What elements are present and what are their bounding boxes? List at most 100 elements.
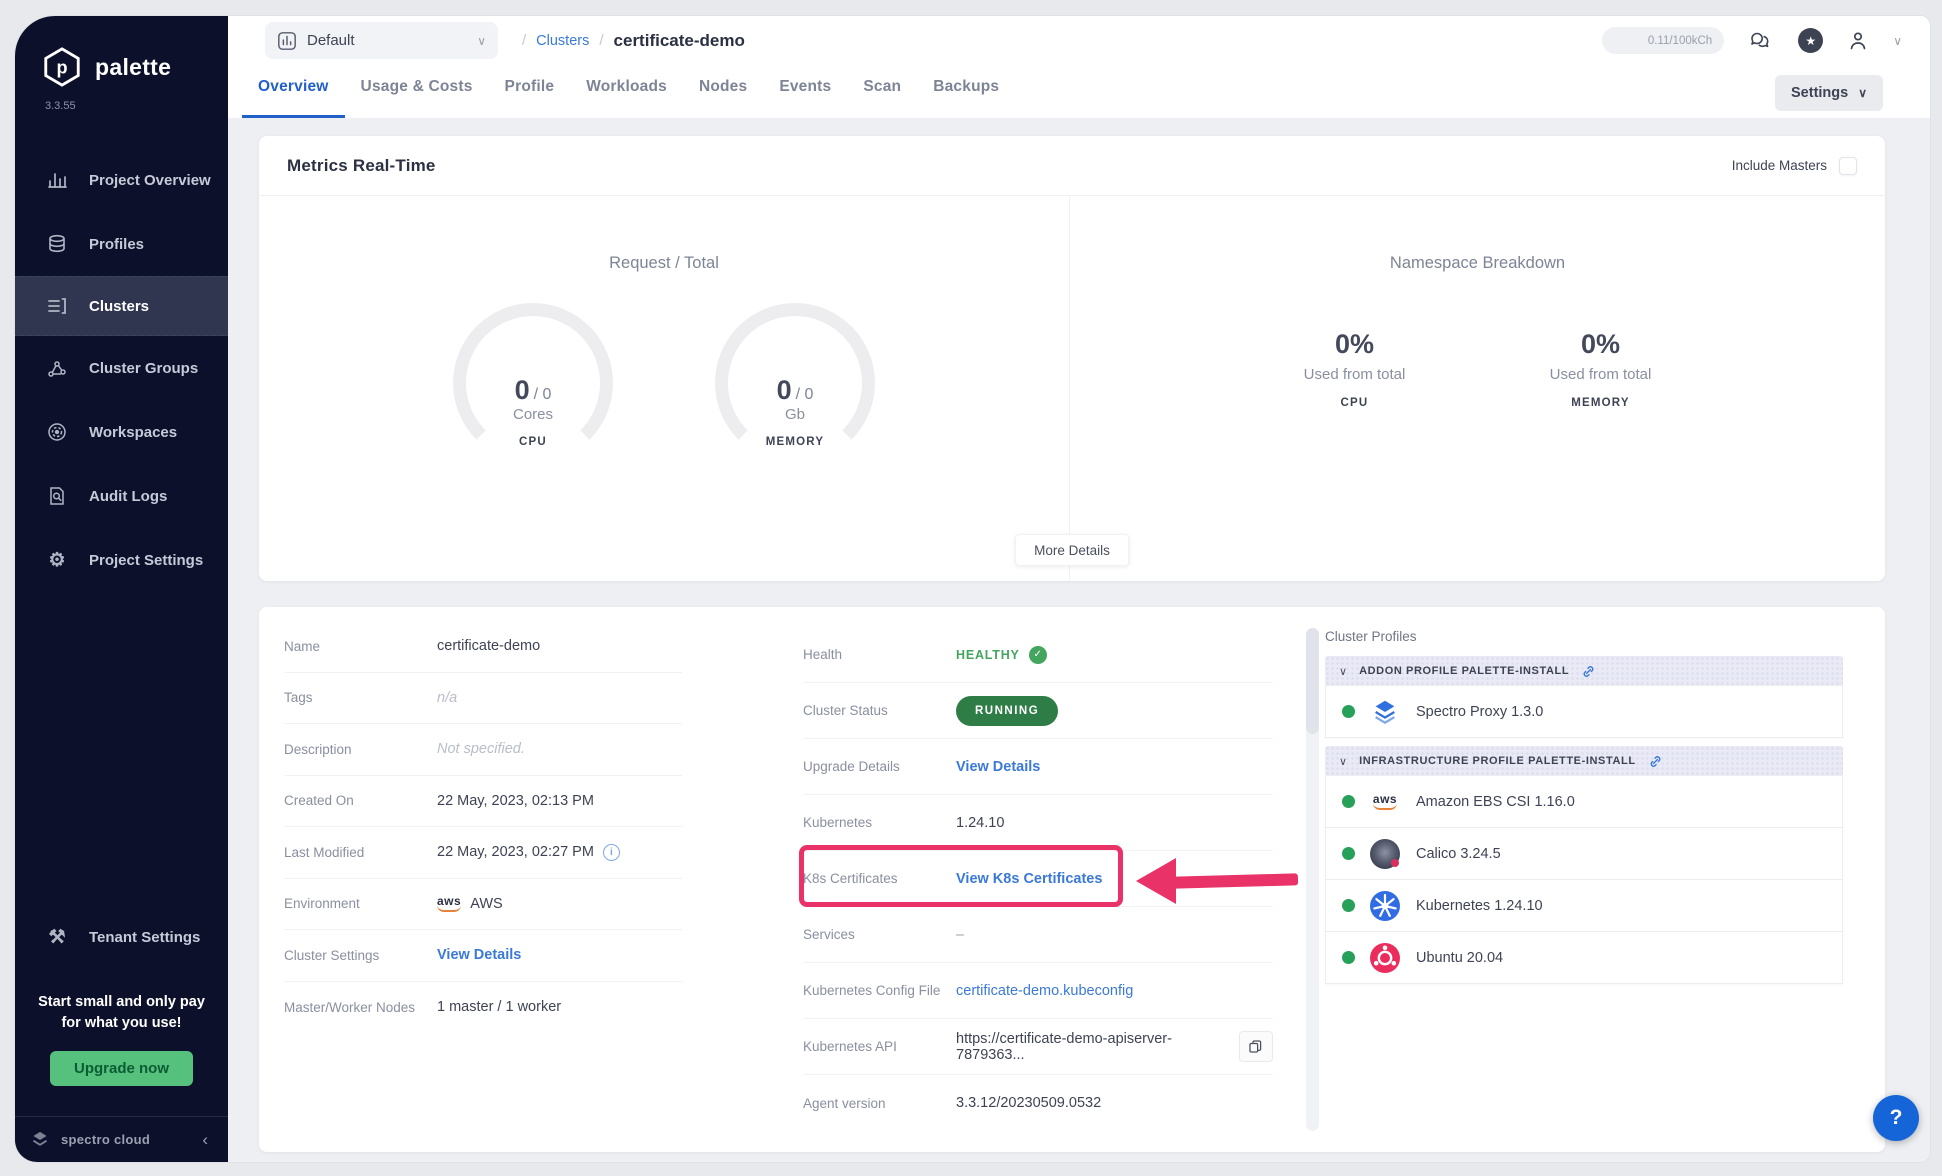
app-version: 3.3.55 [15, 88, 228, 112]
upgrade-view-details-link[interactable]: View Details [956, 759, 1040, 775]
sidebar-item-project-overview[interactable]: Project Overview [15, 148, 228, 212]
info-row-cluster-settings: Cluster Settings View Details [284, 930, 682, 982]
cluster-info-column: Name certificate-demo Tags n/a Descripti… [284, 621, 682, 1033]
request-total-section: Request / Total 0/ 0 Cores CPU [259, 196, 1070, 581]
cpu-gauge-total: 0 [543, 386, 552, 403]
profile-item-amazon-ebs[interactable]: aws Amazon EBS CSI 1.16.0 [1325, 775, 1843, 828]
profile-item-kubernetes[interactable]: Kubernetes 1.24.10 [1325, 879, 1843, 932]
info-row-health: Health HEALTHY ✓ [803, 627, 1273, 683]
spectro-cloud-logo-icon [29, 1129, 51, 1151]
chat-icon[interactable] [1748, 29, 1774, 53]
sidebar: palette 3.3.55 Project Overview Profiles… [15, 16, 228, 1162]
sidebar-item-audit-logs[interactable]: Audit Logs [15, 464, 228, 528]
cluster-settings-view-details-link[interactable]: View Details [437, 947, 521, 963]
cluster-details-card: Name certificate-demo Tags n/a Descripti… [259, 607, 1885, 1152]
network-icon [45, 357, 69, 379]
settings-button[interactable]: Settings ∨ [1775, 75, 1883, 111]
sidebar-item-label: Cluster Groups [89, 360, 198, 377]
sidebar-item-cluster-groups[interactable]: Cluster Groups [15, 336, 228, 400]
sidebar-bottom: ⚒ Tenant Settings Start small and only p… [15, 912, 228, 1163]
usage-credits-badge: 0.11/100kCh [1602, 27, 1724, 54]
created-on-value: 22 May, 2023, 02:13 PM [437, 793, 594, 809]
sidebar-item-workspaces[interactable]: Workspaces [15, 400, 228, 464]
breadcrumb-link-clusters[interactable]: Clusters [536, 33, 589, 49]
request-total-title: Request / Total [259, 254, 1069, 273]
aws-logo-icon: aws [437, 895, 461, 912]
content: Metrics Real-Time Include Masters Reques… [228, 118, 1930, 1162]
status-dot [1342, 795, 1355, 808]
tab-backups[interactable]: Backups [917, 65, 1015, 118]
profile-item-calico[interactable]: Calico 3.24.5 [1325, 827, 1843, 880]
aws-logo-icon: aws [1370, 787, 1400, 817]
tab-usage-costs[interactable]: Usage & Costs [345, 65, 489, 118]
info-row-upgrade-details: Upgrade Details View Details [803, 739, 1273, 795]
view-k8s-certificates-link[interactable]: View K8s Certificates [956, 871, 1102, 887]
sidebar-item-project-settings[interactable]: ⚙ Project Settings [15, 528, 228, 592]
sidebar-item-profiles[interactable]: Profiles [15, 212, 228, 276]
info-row-description: Description Not specified. [284, 724, 682, 776]
check-circle-icon: ✓ [1029, 646, 1047, 664]
namespace-breakdown-section: Namespace Breakdown 0% Used from total C… [1070, 196, 1885, 581]
cpu-usage-label: CPU [1280, 397, 1430, 409]
chevron-down-icon: ∨ [477, 34, 486, 48]
main-area: Default ∨ / Clusters / certificate-demo … [228, 16, 1930, 1162]
tabs: Overview Usage & Costs Profile Workloads… [228, 65, 1930, 118]
upgrade-now-button[interactable]: Upgrade now [50, 1051, 193, 1086]
status-dot [1342, 705, 1355, 718]
breadcrumb-separator: / [599, 32, 603, 49]
info-row-name: Name certificate-demo [284, 621, 682, 673]
metrics-card: Metrics Real-Time Include Masters Reques… [259, 136, 1885, 581]
cpu-usage-percent: 0% [1280, 329, 1430, 360]
sidebar-nav: Project Overview Profiles Clusters Clust… [15, 148, 228, 592]
include-masters-checkbox[interactable] [1839, 157, 1857, 175]
breadcrumb-separator: / [522, 32, 526, 49]
palette-logo-icon [41, 46, 83, 88]
profile-item-spectro-proxy[interactable]: Spectro Proxy 1.3.0 [1325, 685, 1843, 738]
info-icon[interactable]: i [603, 844, 620, 861]
ubuntu-logo-icon [1370, 943, 1400, 973]
profile-item-ubuntu[interactable]: Ubuntu 20.04 [1325, 931, 1843, 984]
kubeconfig-link[interactable]: certificate-demo.kubeconfig [956, 983, 1133, 999]
sidebar-item-label: Profiles [89, 236, 144, 253]
info-row-services: Services – [803, 907, 1273, 963]
tab-nodes[interactable]: Nodes [683, 65, 763, 118]
tab-overview[interactable]: Overview [242, 65, 345, 118]
info-row-environment: Environment aws AWS [284, 879, 682, 931]
scrollbar-thumb[interactable] [1306, 628, 1319, 734]
copy-icon[interactable] [1239, 1031, 1273, 1062]
agent-version-value: 3.3.12/20230509.0532 [956, 1095, 1101, 1111]
scrollbar[interactable] [1306, 628, 1319, 1131]
help-button[interactable]: ? [1873, 1095, 1919, 1141]
cpu-gauge: 0/ 0 Cores CPU [438, 303, 628, 473]
info-row-k8s-certificates: K8s Certificates View K8s Certificates [803, 851, 1273, 907]
tab-profile[interactable]: Profile [489, 65, 571, 118]
tab-workloads[interactable]: Workloads [570, 65, 683, 118]
topbar-right: 0.11/100kCh ★ ∨ [1602, 27, 1902, 54]
sidebar-item-tenant-settings[interactable]: ⚒ Tenant Settings [15, 912, 228, 964]
list-icon [45, 295, 69, 317]
tab-scan[interactable]: Scan [847, 65, 917, 118]
more-details-button[interactable]: More Details [1015, 534, 1129, 566]
cpu-usage-caption: Used from total [1280, 366, 1430, 383]
bar-chart-icon [45, 169, 69, 191]
chevron-down-icon: ∨ [1339, 665, 1347, 678]
sidebar-item-clusters[interactable]: Clusters [15, 276, 228, 336]
memory-gauge-unit: Gb [700, 406, 890, 423]
link-icon [1581, 664, 1596, 679]
cpu-gauge-label: CPU [438, 436, 628, 448]
chevron-down-icon[interactable]: ∨ [1893, 34, 1902, 48]
status-dot [1342, 847, 1355, 860]
collapse-sidebar-icon[interactable]: ‹ [202, 1130, 208, 1150]
last-modified-value: 22 May, 2023, 02:27 PM [437, 844, 594, 860]
user-profile-icon[interactable] [1847, 30, 1869, 52]
cpu-gauge-value: 0 [515, 375, 530, 405]
addon-profile-group-header[interactable]: ∨ ADDON PROFILE PALETTE-INSTALL [1325, 656, 1843, 686]
sidebar-item-label: Workspaces [89, 424, 177, 441]
infrastructure-profile-group-header[interactable]: ∨ INFRASTRUCTURE PROFILE PALETTE-INSTALL [1325, 746, 1843, 776]
project-selector[interactable]: Default ∨ [265, 22, 498, 59]
topbar: Default ∨ / Clusters / certificate-demo … [228, 16, 1930, 65]
tab-events[interactable]: Events [763, 65, 847, 118]
infrastructure-profile-header-label: INFRASTRUCTURE PROFILE PALETTE-INSTALL [1359, 755, 1636, 767]
memory-gauge: 0/ 0 Gb MEMORY [700, 303, 890, 473]
star-icon[interactable]: ★ [1798, 28, 1823, 53]
